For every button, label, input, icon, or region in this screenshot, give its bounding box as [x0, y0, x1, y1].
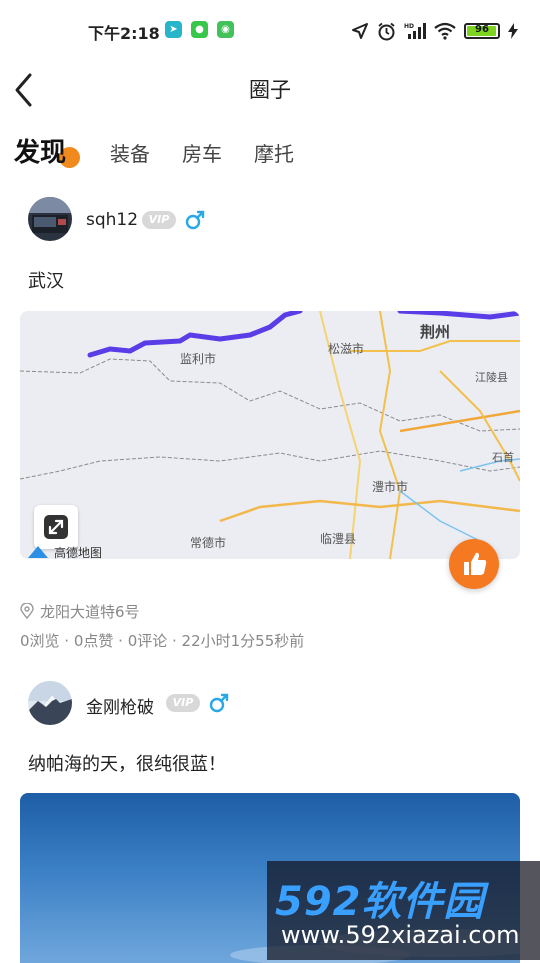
- wechat-icon: ●: [191, 21, 208, 38]
- male-icon: [209, 693, 229, 713]
- header: 圈子: [0, 62, 540, 112]
- map-label: 临澧县: [320, 532, 356, 546]
- page-title: 圈子: [249, 78, 291, 102]
- thumbs-up-icon: [464, 552, 487, 575]
- map-label: 荆州: [420, 323, 450, 341]
- post-text: 武汉: [28, 271, 64, 292]
- location-pin-icon: [20, 603, 34, 619]
- map-label: 江陵县: [475, 371, 508, 384]
- post-stats: 0浏览 · 0点赞 · 0评论 · 22小时1分55秒前: [20, 632, 305, 650]
- route-map[interactable]: 荆州 监利市 松滋市 江陵县 石首 澧市市 临澧县 常德市 高德地图: [20, 311, 520, 559]
- amap-logo-icon: [28, 546, 48, 558]
- status-time: 下午2:18: [88, 24, 160, 43]
- site-watermark: 592软件园 www.592xiazai.com: [267, 861, 540, 960]
- expand-icon: [44, 515, 68, 539]
- watermark-title: 592软件园: [275, 879, 485, 925]
- tab-rv[interactable]: 房车: [182, 138, 222, 167]
- map-graphic: 荆州 监利市 松滋市 江陵县 石首 澧市市 临澧县 常德市: [20, 311, 520, 559]
- wifi-icon: [434, 22, 456, 40]
- android-icon: ◉: [217, 21, 234, 38]
- map-label: 松滋市: [328, 341, 364, 356]
- alarm-icon: [378, 22, 395, 40]
- tab-motorcycle[interactable]: 摩托: [254, 138, 294, 167]
- avatar[interactable]: [28, 681, 72, 725]
- telegram-icon: ➤: [165, 21, 182, 38]
- charging-icon: [508, 23, 518, 39]
- location-text: 龙阳大道特6号: [40, 602, 140, 621]
- map-label: 监利市: [180, 351, 216, 366]
- like-button[interactable]: [449, 539, 499, 589]
- location-row: 龙阳大道特6号: [20, 600, 140, 622]
- male-icon: [185, 210, 205, 230]
- vip-badge: VIP: [142, 211, 176, 229]
- username[interactable]: 金刚枪破: [86, 693, 154, 718]
- tab-equipment[interactable]: 装备: [110, 138, 150, 167]
- map-label: 常德市: [190, 535, 226, 550]
- vip-badge: VIP: [166, 694, 200, 712]
- battery-icon: 96: [464, 23, 500, 39]
- username[interactable]: sqh12: [86, 210, 138, 230]
- watermark-url: www.592xiazai.com: [281, 921, 520, 949]
- status-indicators: HD 96: [351, 20, 518, 42]
- hd-signal-icon: HD: [404, 23, 426, 39]
- svg-text:HD: HD: [404, 23, 414, 30]
- status-bar: 下午2:18 ➤ ● ◉ HD 96: [0, 0, 540, 62]
- tab-discover[interactable]: 发现: [14, 132, 66, 169]
- map-provider-logo: 高德地图: [28, 545, 102, 559]
- expand-map-button[interactable]: [34, 505, 78, 549]
- map-label: 石首: [492, 450, 514, 464]
- map-provider-name: 高德地图: [54, 545, 103, 560]
- map-label: 澧市市: [372, 479, 408, 494]
- avatar[interactable]: [28, 197, 72, 241]
- battery-level: 96: [475, 24, 489, 35]
- location-arrow-icon: [352, 23, 368, 39]
- post-text: 纳帕海的天，很纯很蓝！: [28, 754, 226, 775]
